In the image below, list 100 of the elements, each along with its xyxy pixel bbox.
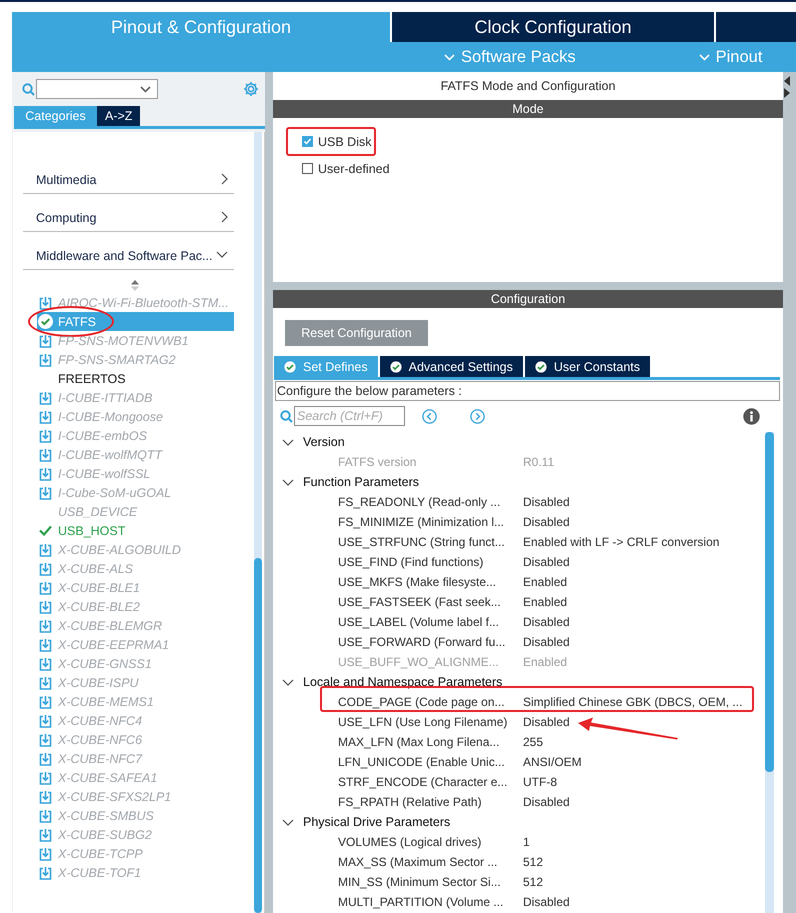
parameter-value[interactable]: Disabled: [523, 495, 570, 509]
parameter-name[interactable]: USE_LFN (Use Long Filename): [338, 715, 523, 729]
parameter-value[interactable]: 512: [523, 855, 544, 869]
panel-title: FATFS Mode and Configuration: [273, 72, 783, 100]
group-label[interactable]: Function Parameters: [303, 475, 420, 489]
parameter-value[interactable]: Enabled: [523, 575, 568, 589]
parameter-value[interactable]: ANSI/OEM: [523, 755, 582, 769]
download-icon: [39, 390, 52, 404]
chevron-down-icon: [698, 54, 710, 60]
parameter-value[interactable]: UTF-8: [523, 775, 557, 789]
parameter-name[interactable]: USE_LABEL (Volume label f...: [338, 615, 523, 629]
category-row[interactable]: Computing: [23, 194, 234, 232]
category-row[interactable]: Multimedia: [23, 156, 234, 194]
download-icon: [39, 562, 52, 576]
section-header: Configuration: [273, 290, 783, 308]
chevron-down-icon: [216, 251, 228, 258]
parameter-name[interactable]: MAX_SS (Maximum Sector ...: [338, 855, 523, 869]
parameter-value[interactable]: Disabled: [523, 555, 570, 569]
download-icon: [39, 334, 52, 348]
category-row[interactable]: Middleware and Software Pac...: [23, 232, 234, 270]
scrollbar[interactable]: [765, 432, 774, 913]
parameter-value[interactable]: Enabled: [523, 595, 568, 609]
tab[interactable]: A->Z: [97, 106, 140, 126]
section-header: Mode: [273, 100, 783, 118]
download-icon: [39, 580, 52, 594]
parameter-name[interactable]: USE_STRFUNC (String funct...: [338, 535, 523, 549]
search-combo-box[interactable]: [36, 79, 158, 99]
download-icon: [39, 410, 52, 424]
parameter-value[interactable]: 1: [523, 835, 530, 849]
download-icon: [39, 600, 52, 614]
download-icon: [39, 638, 52, 652]
parameter-name[interactable]: FS_MINIMIZE (Minimization l...: [338, 515, 523, 529]
download-icon: [39, 428, 52, 442]
search-field[interactable]: Search (Ctrl+F): [294, 406, 405, 426]
scrollbar[interactable]: [254, 132, 262, 913]
parameter-name[interactable]: LFN_UNICODE (Enable Unic...: [338, 755, 523, 769]
tab[interactable]: User Constants: [524, 356, 650, 377]
download-icon: [39, 618, 52, 632]
parameter-name[interactable]: MAX_LFN (Max Long Filena...: [338, 735, 523, 749]
group-label[interactable]: Version: [303, 435, 345, 449]
download-icon: [39, 656, 52, 670]
tab[interactable]: Clock Configuration: [392, 12, 714, 42]
parameter-value[interactable]: Simplified Chinese GBK (DBCS, OEM, ...: [523, 695, 742, 709]
download-icon: [39, 296, 52, 310]
group-label[interactable]: Physical Drive Parameters: [303, 815, 450, 829]
group-label[interactable]: Locale and Namespace Parameters: [303, 675, 502, 689]
parameter-name[interactable]: USE_FASTSEEK (Fast seek...: [338, 595, 523, 609]
parameter-name[interactable]: USE_MKFS (Make filesyste...: [338, 575, 523, 589]
checkbox-label[interactable]: USB Disk: [318, 134, 372, 148]
next-icon[interactable]: [470, 408, 485, 424]
parameter-name[interactable]: USE_FIND (Find functions): [338, 555, 523, 569]
parameter-name[interactable]: VOLUMES (Logical drives): [338, 835, 523, 849]
parameter-name[interactable]: CODE_PAGE (Code page on...: [338, 695, 523, 709]
sort-icon[interactable]: [130, 280, 138, 291]
parameter-value[interactable]: Disabled: [523, 795, 570, 809]
check-circle-icon: [390, 360, 402, 372]
parameter-name[interactable]: FS_READONLY (Read-only ...: [338, 495, 523, 509]
check-circle-icon: [534, 360, 547, 372]
parameter-name[interactable]: FS_RPATH (Relative Path): [338, 795, 523, 809]
parameter-value[interactable]: Disabled: [523, 615, 570, 629]
check-circle-icon: [284, 360, 296, 372]
parameter-value[interactable]: Disabled: [523, 515, 570, 529]
parameter-value[interactable]: Disabled: [523, 635, 570, 649]
checkbox[interactable]: [302, 136, 313, 147]
download-icon: [39, 448, 52, 462]
download-icon: [39, 352, 52, 366]
scrollbar-thumb[interactable]: [765, 432, 774, 772]
download-icon: [39, 752, 52, 766]
parameter-value[interactable]: Disabled: [523, 895, 570, 909]
download-icon: [39, 694, 52, 708]
download-icon: [39, 790, 52, 804]
previous-icon[interactable]: [422, 408, 437, 424]
download-icon: [39, 486, 52, 500]
parameter-name[interactable]: MULTI_PARTITION (Volume ...: [338, 895, 523, 909]
parameter-name[interactable]: MIN_SS (Minimum Sector Si...: [338, 875, 523, 889]
info-icon[interactable]: [743, 408, 760, 424]
parameter-value[interactable]: 512: [523, 875, 544, 889]
check-icon: [39, 525, 52, 536]
search-icon: [280, 410, 293, 422]
parameter-value[interactable]: Enabled with LF -> CRLF conversion: [523, 535, 720, 549]
download-icon: [39, 866, 52, 880]
check-circle-icon: [38, 314, 53, 329]
parameter-name[interactable]: USE_FORWARD (Forward fu...: [338, 635, 523, 649]
search-icon: [22, 82, 35, 96]
description-field: Configure the below parameters :: [275, 381, 780, 401]
parameter-name[interactable]: STRF_ENCODE (Character e...: [338, 775, 523, 789]
tab[interactable]: Advanced Settings: [380, 356, 523, 377]
parameter-value[interactable]: Disabled: [523, 715, 570, 729]
download-icon: [39, 828, 52, 842]
download-icon: [39, 808, 52, 822]
download-icon: [39, 732, 52, 746]
list-item[interactable]: FREERTOS: [37, 369, 234, 388]
caret-icon: [140, 86, 151, 92]
checkbox[interactable]: [302, 163, 313, 174]
parameter-value[interactable]: 255: [523, 735, 544, 749]
settings-icon[interactable]: [243, 81, 259, 97]
checkbox-label[interactable]: User-defined: [318, 162, 390, 176]
download-icon: [39, 770, 52, 784]
download-icon: [39, 466, 52, 480]
scrollbar-thumb[interactable]: [254, 558, 262, 913]
